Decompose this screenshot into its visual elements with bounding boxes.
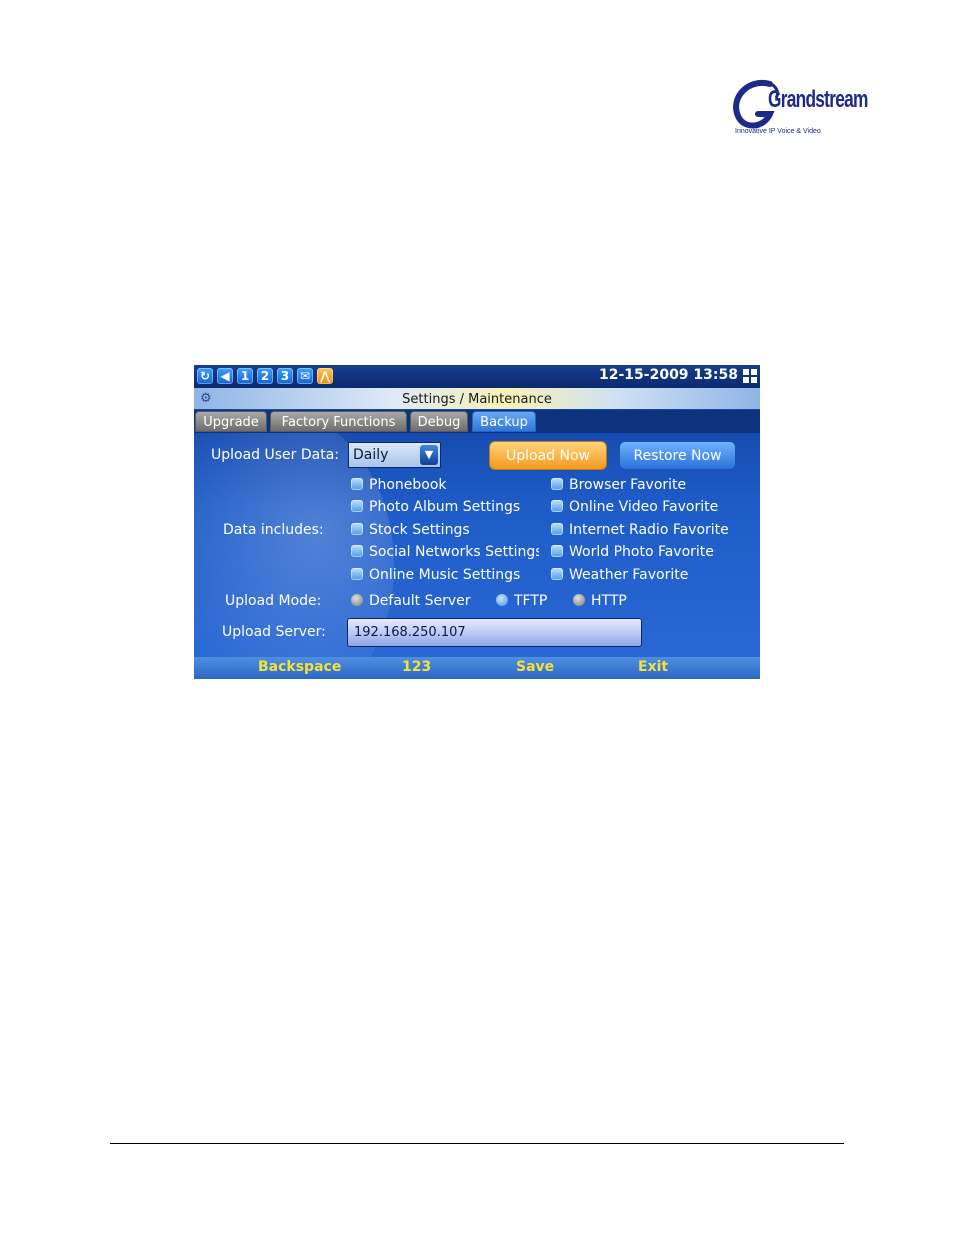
status-bar: ↻ ◀ 1 2 3 ✉ ⋀ 12-15-2009 13:58 xyxy=(194,365,760,388)
datetime: 12-15-2009 13:58 xyxy=(599,367,738,383)
logo-brand: Grandstream xyxy=(768,86,868,113)
line-2-icon[interactable]: 2 xyxy=(257,368,273,384)
checkbox-icon[interactable] xyxy=(351,545,363,557)
radio-default-server[interactable]: Default Server xyxy=(351,593,471,609)
radio-icon[interactable] xyxy=(351,594,363,606)
title-bar: ⚙ Settings / Maintenance xyxy=(194,388,760,409)
logo-tagline: Innovative IP Voice & Video xyxy=(735,128,821,135)
upload-server-label: Upload Server: xyxy=(222,624,326,640)
line-3-icon[interactable]: 3 xyxy=(277,368,293,384)
upload-user-data-select[interactable]: Daily ▼ xyxy=(348,442,441,468)
tab-factory-functions[interactable]: Factory Functions xyxy=(270,411,407,432)
menu-grid-icon[interactable] xyxy=(743,369,757,383)
tab-bar: Upgrade Factory Functions Debug Backup xyxy=(194,410,760,433)
checkbox-icon[interactable] xyxy=(351,478,363,490)
checkbox-icon[interactable] xyxy=(551,500,563,512)
checkbox-icon[interactable] xyxy=(551,568,563,580)
checkbox-online-video-favorite[interactable]: Online Video Favorite xyxy=(551,499,718,515)
checkbox-icon[interactable] xyxy=(351,568,363,580)
restore-now-button[interactable]: Restore Now xyxy=(619,441,736,470)
volume-icon: ◀ xyxy=(217,368,233,384)
checkbox-internet-radio-favorite[interactable]: Internet Radio Favorite xyxy=(551,522,729,538)
checkbox-icon[interactable] xyxy=(551,523,563,535)
refresh-icon: ↻ xyxy=(197,368,213,384)
phone-screen: ↻ ◀ 1 2 3 ✉ ⋀ 12-15-2009 13:58 ⚙ Setting… xyxy=(194,365,760,679)
backspace-softkey[interactable]: Backspace xyxy=(258,659,341,675)
tab-debug[interactable]: Debug xyxy=(410,411,468,432)
data-includes-label: Data includes: xyxy=(223,522,324,538)
checkbox-icon[interactable] xyxy=(551,545,563,557)
page-title: Settings / Maintenance xyxy=(402,392,552,407)
chevron-down-icon[interactable]: ▼ xyxy=(420,445,438,465)
upload-mode-label: Upload Mode: xyxy=(225,593,322,609)
radio-icon[interactable] xyxy=(573,594,585,606)
upload-user-data-value: Daily xyxy=(353,447,389,463)
radio-icon[interactable] xyxy=(496,594,508,606)
checkbox-world-photo-favorite[interactable]: World Photo Favorite xyxy=(551,544,714,560)
network-icon: ⋀ xyxy=(317,368,333,384)
checkbox-photo-album-settings[interactable]: Photo Album Settings xyxy=(351,499,539,515)
checkbox-icon[interactable] xyxy=(551,478,563,490)
checkbox-stock-settings[interactable]: Stock Settings xyxy=(351,522,539,538)
checkbox-icon[interactable] xyxy=(351,523,363,535)
exit-softkey[interactable]: Exit xyxy=(638,659,668,675)
radio-http[interactable]: HTTP xyxy=(573,593,627,609)
save-softkey[interactable]: Save xyxy=(516,659,554,675)
message-icon: ✉ xyxy=(297,368,313,384)
tab-backup[interactable]: Backup xyxy=(472,411,536,432)
checkbox-icon[interactable] xyxy=(351,500,363,512)
checkbox-social-networks-settings[interactable]: Social Networks Settings xyxy=(351,544,539,560)
checkbox-phonebook[interactable]: Phonebook xyxy=(351,477,539,493)
softkey-bar: Backspace 123 Save Exit xyxy=(194,657,760,679)
upload-server-value: 192.168.250.107 xyxy=(354,625,466,640)
checkbox-weather-favorite[interactable]: Weather Favorite xyxy=(551,567,688,583)
checkbox-browser-favorite[interactable]: Browser Favorite xyxy=(551,477,686,493)
upload-now-button[interactable]: Upload Now xyxy=(489,441,607,470)
radio-tftp[interactable]: TFTP xyxy=(496,593,547,609)
upload-user-data-label: Upload User Data: xyxy=(211,447,340,463)
checkbox-online-music-settings[interactable]: Online Music Settings xyxy=(351,567,539,583)
line-1-icon[interactable]: 1 xyxy=(237,368,253,384)
footer-divider xyxy=(110,1143,844,1144)
input-mode-softkey[interactable]: 123 xyxy=(402,659,431,675)
upload-server-input[interactable]: 192.168.250.107 xyxy=(347,618,642,647)
tab-upgrade[interactable]: Upgrade xyxy=(195,411,267,432)
grandstream-logo: Grandstream Innovative IP Voice & Video xyxy=(730,78,868,140)
